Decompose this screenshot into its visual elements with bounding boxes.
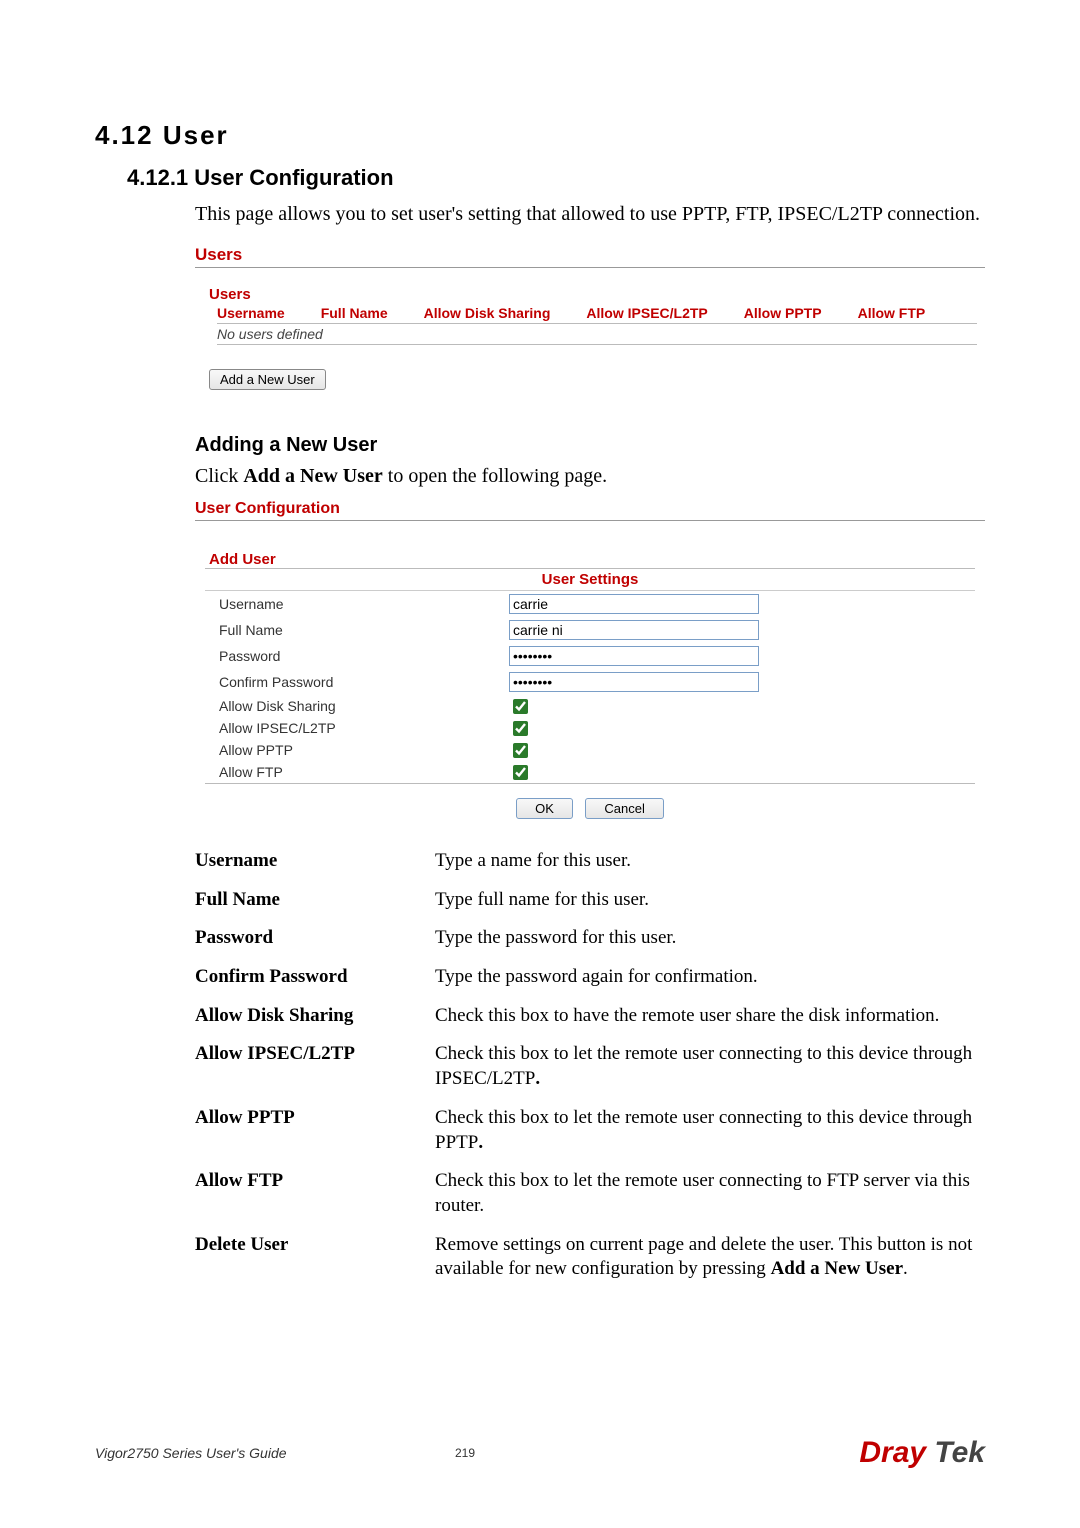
row-fullname: Full Name xyxy=(205,617,975,643)
add-new-user-button[interactable]: Add a New User xyxy=(209,369,326,390)
input-username[interactable] xyxy=(509,594,759,614)
input-password[interactable] xyxy=(509,646,759,666)
adding-instruction: Click Add a New User to open the followi… xyxy=(195,465,985,488)
text: Click xyxy=(195,465,243,487)
row-allow-ipsec: Allow IPSEC/L2TP xyxy=(205,717,975,739)
cancel-button[interactable]: Cancel xyxy=(585,798,663,819)
row-confirm-password: Confirm Password xyxy=(205,669,975,695)
footer-page-number: 219 xyxy=(455,1446,475,1460)
def-row: Allow IPSEC/L2TP Check this box to let t… xyxy=(195,1042,985,1091)
col-pptp: Allow PPTP xyxy=(744,305,822,321)
row-allow-pptp: Allow PPTP xyxy=(205,739,975,761)
checkbox-allow-disk[interactable] xyxy=(513,699,528,714)
text-bold: . xyxy=(535,1068,540,1089)
adding-new-user-heading: Adding a New User xyxy=(195,434,985,457)
users-table: Username Full Name Allow Disk Sharing Al… xyxy=(217,305,977,345)
section-number-title: 4.12 User xyxy=(95,120,985,151)
checkbox-allow-ftp[interactable] xyxy=(513,765,528,780)
def-row: Allow PPTP Check this box to let the rem… xyxy=(195,1106,985,1155)
col-disk: Allow Disk Sharing xyxy=(424,305,551,321)
users-panel-title: Users xyxy=(195,245,985,268)
def-desc: Type a name for this user. xyxy=(435,849,985,874)
def-row: Delete User Remove settings on current p… xyxy=(195,1233,985,1282)
field-definitions: Username Type a name for this user. Full… xyxy=(195,849,985,1282)
label-allow-ftp: Allow FTP xyxy=(219,764,509,780)
col-ftp: Allow FTP xyxy=(858,305,926,321)
users-subtitle: Users xyxy=(209,286,985,303)
row-allow-ftp: Allow FTP xyxy=(205,761,975,783)
logo-part-a: Dray xyxy=(859,1436,926,1469)
text: Check this box to let the remote user co… xyxy=(435,1107,972,1153)
no-users-row: No users defined xyxy=(217,324,977,345)
def-term: Allow PPTP xyxy=(195,1106,435,1155)
def-row: Password Type the password for this user… xyxy=(195,926,985,951)
def-desc: Check this box to let the remote user co… xyxy=(435,1042,985,1091)
users-header-row: Username Full Name Allow Disk Sharing Al… xyxy=(217,305,977,324)
form-box: User Settings Username Full Name Passwor… xyxy=(205,568,975,784)
def-term: Allow IPSEC/L2TP xyxy=(195,1042,435,1091)
row-password: Password xyxy=(205,643,975,669)
label-username: Username xyxy=(219,596,509,612)
def-term: Username xyxy=(195,849,435,874)
def-desc: Check this box to let the remote user co… xyxy=(435,1106,985,1155)
def-desc: Type full name for this user. xyxy=(435,888,985,913)
def-desc: Check this box to have the remote user s… xyxy=(435,1004,985,1029)
text: . xyxy=(903,1258,908,1279)
def-row: Allow FTP Check this box to let the remo… xyxy=(195,1169,985,1218)
form-button-row: OK Cancel xyxy=(195,798,985,819)
col-fullname: Full Name xyxy=(321,305,388,321)
label-allow-ipsec: Allow IPSEC/L2TP xyxy=(219,720,509,736)
col-username: Username xyxy=(217,305,285,321)
def-desc: Type the password for this user. xyxy=(435,926,985,951)
def-term: Confirm Password xyxy=(195,965,435,990)
user-settings-header: User Settings xyxy=(205,569,975,591)
label-allow-disk: Allow Disk Sharing xyxy=(219,698,509,714)
def-term: Allow Disk Sharing xyxy=(195,1004,435,1029)
label-password: Password xyxy=(219,648,509,664)
def-row: Confirm Password Type the password again… xyxy=(195,965,985,990)
def-term: Allow FTP xyxy=(195,1169,435,1218)
text-bold: Add a New User xyxy=(243,465,382,487)
page-footer: Vigor2750 Series User's Guide 219 Dray T… xyxy=(95,1436,985,1470)
input-fullname[interactable] xyxy=(509,620,759,640)
checkbox-allow-pptp[interactable] xyxy=(513,743,528,758)
def-term: Full Name xyxy=(195,888,435,913)
def-row: Username Type a name for this user. xyxy=(195,849,985,874)
def-desc: Type the password again for confirmation… xyxy=(435,965,985,990)
add-user-label: Add User xyxy=(209,551,985,568)
users-panel: Users Users Username Full Name Allow Dis… xyxy=(195,245,985,390)
def-row: Full Name Type full name for this user. xyxy=(195,888,985,913)
label-fullname: Full Name xyxy=(219,622,509,638)
def-term: Delete User xyxy=(195,1233,435,1282)
subsection-title: 4.12.1 User Configuration xyxy=(127,165,985,191)
form-title: User Configuration xyxy=(195,500,985,521)
def-row: Allow Disk Sharing Check this box to hav… xyxy=(195,1004,985,1029)
user-config-form-panel: User Configuration Add User User Setting… xyxy=(195,500,985,819)
text: to open the following page. xyxy=(383,465,607,487)
label-allow-pptp: Allow PPTP xyxy=(219,742,509,758)
draytek-logo: Dray Tek xyxy=(859,1436,985,1470)
text: Check this box to let the remote user co… xyxy=(435,1043,972,1089)
row-username: Username xyxy=(205,591,975,617)
intro-paragraph: This page allows you to set user's setti… xyxy=(195,201,985,227)
footer-guide-title: Vigor2750 Series User's Guide xyxy=(95,1445,287,1461)
input-confirm-password[interactable] xyxy=(509,672,759,692)
col-ipsec: Allow IPSEC/L2TP xyxy=(586,305,707,321)
label-confirm-password: Confirm Password xyxy=(219,674,509,690)
def-desc: Check this box to let the remote user co… xyxy=(435,1169,985,1218)
row-allow-disk: Allow Disk Sharing xyxy=(205,695,975,717)
text-bold: Add a New User xyxy=(771,1258,903,1279)
logo-part-b: Tek xyxy=(926,1436,985,1469)
checkbox-allow-ipsec[interactable] xyxy=(513,721,528,736)
ok-button[interactable]: OK xyxy=(516,798,573,819)
def-term: Password xyxy=(195,926,435,951)
def-desc: Remove settings on current page and dele… xyxy=(435,1233,985,1282)
text-bold: . xyxy=(478,1132,483,1153)
